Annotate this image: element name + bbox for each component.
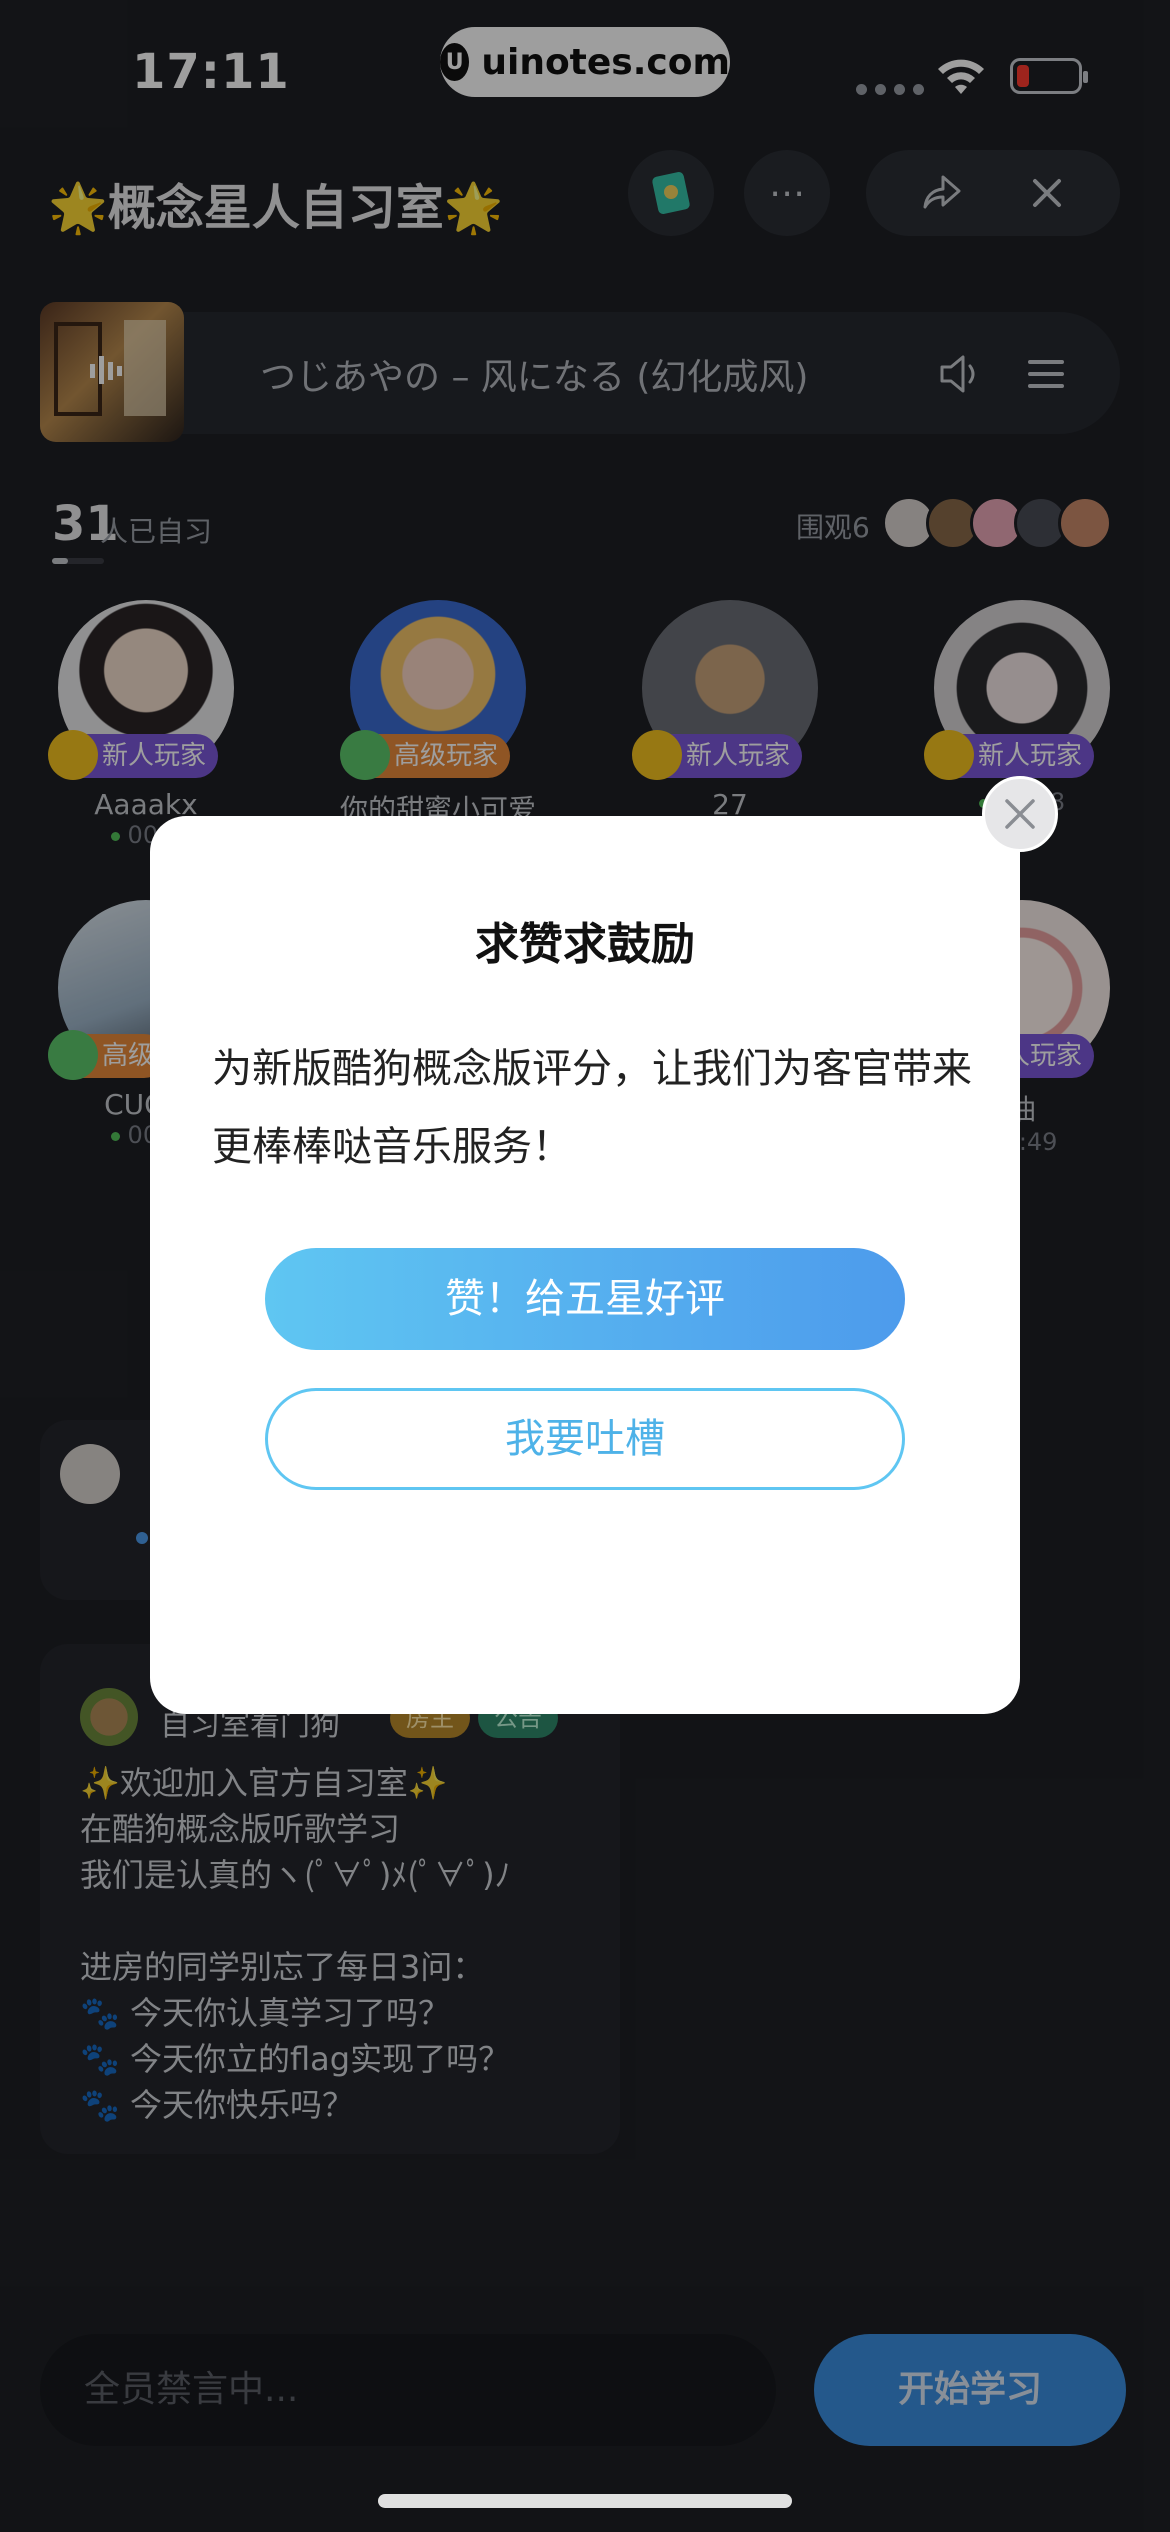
dialog-message: 为新版酷狗概念版评分，让我们为客官带来更棒棒哒音乐服务！ [212, 1046, 972, 1170]
close-icon [1005, 799, 1035, 829]
five-star-button[interactable]: 赞！给五星好评 [265, 1248, 905, 1350]
dialog-close-button[interactable] [982, 776, 1058, 852]
home-indicator[interactable] [378, 2494, 792, 2508]
dialog-title: 求赞求鼓励 [475, 919, 695, 970]
rating-dialog: 求赞求鼓励 为新版酷狗概念版评分，让我们为客官带来更棒棒哒音乐服务！ 赞！给五星… [150, 816, 1020, 1714]
feedback-button[interactable]: 我要吐槽 [265, 1388, 905, 1490]
